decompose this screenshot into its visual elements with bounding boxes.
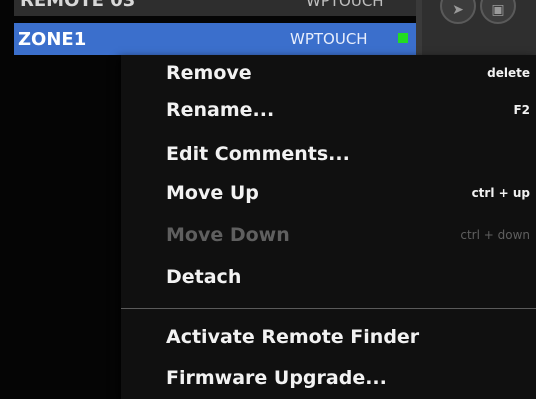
menu-item-label: Move Down xyxy=(166,224,290,246)
menu-separator xyxy=(121,308,536,309)
menu-item-shortcut: F2 xyxy=(513,103,530,117)
device-name: ZONE1 xyxy=(18,29,87,50)
list-item[interactable]: REMOTE 03 WPTOUCH xyxy=(14,0,416,16)
menu-item-label: Detach xyxy=(166,266,242,288)
device-name: REMOTE 03 xyxy=(20,0,136,11)
context-menu: Remove delete Rename... F2 Edit Comments… xyxy=(121,55,536,399)
menu-item-label: Activate Remote Finder xyxy=(166,326,420,348)
menu-item-shortcut: ctrl + up xyxy=(471,186,530,200)
menu-item-label: Edit Comments... xyxy=(166,143,350,165)
menu-item-edit-comments[interactable]: Edit Comments... xyxy=(121,140,536,170)
menu-item-firmware-upgrade[interactable]: Firmware Upgrade... xyxy=(121,364,536,394)
menu-item-move-down: Move Down ctrl + down xyxy=(121,221,536,251)
device-type: WPTOUCH xyxy=(306,0,384,10)
menu-item-shortcut: ctrl + down xyxy=(460,228,530,242)
menu-item-detach[interactable]: Detach xyxy=(121,263,536,293)
menu-item-label: Remove xyxy=(166,62,252,84)
menu-item-label: Move Up xyxy=(166,182,259,204)
menu-item-shortcut: delete xyxy=(487,66,530,80)
menu-item-activate-remote-finder[interactable]: Activate Remote Finder xyxy=(121,323,536,353)
menu-item-move-up[interactable]: Move Up ctrl + up xyxy=(121,179,536,209)
device-type: WPTOUCH xyxy=(290,30,368,48)
menu-item-rename[interactable]: Rename... F2 xyxy=(121,96,536,126)
list-item-selected[interactable]: ZONE1 WPTOUCH xyxy=(14,23,416,55)
menu-item-remove[interactable]: Remove delete xyxy=(121,59,536,89)
online-status-icon xyxy=(398,33,408,43)
menu-item-label: Rename... xyxy=(166,99,275,121)
menu-item-label: Firmware Upgrade... xyxy=(166,367,387,389)
